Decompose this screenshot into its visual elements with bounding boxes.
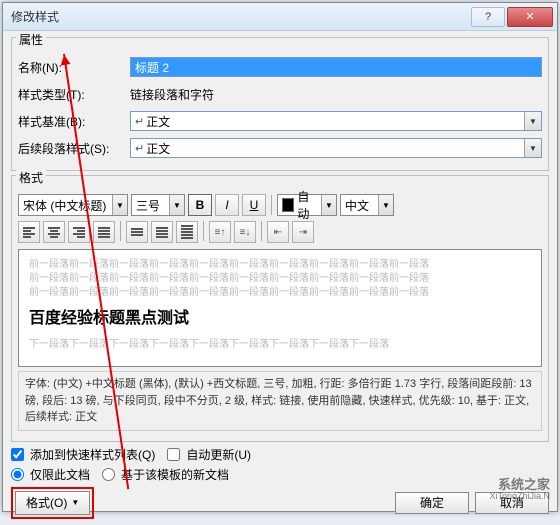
space-before-dec-button[interactable]: ≡↓ — [234, 221, 256, 243]
font-select[interactable]: 宋体 (中文标题) ▼ — [18, 194, 128, 216]
template-label: 基于该模板的新文档 — [121, 466, 229, 483]
next-value: 正文 — [146, 140, 170, 157]
titlebar: 修改样式 ? ✕ — [3, 3, 557, 31]
chevron-down-icon: ▼ — [378, 195, 393, 215]
italic-button[interactable]: I — [215, 194, 239, 216]
bold-button[interactable]: B — [188, 194, 212, 216]
paragraph-mark-icon — [135, 141, 146, 155]
type-value: 链接段落和字符 — [130, 86, 214, 103]
line-spacing-15-button[interactable] — [151, 221, 173, 243]
next-dropdown[interactable]: 正文 ▼ — [130, 138, 542, 158]
add-quick-checkbox[interactable] — [11, 448, 24, 461]
base-dropdown[interactable]: 正文 ▼ — [130, 111, 542, 131]
chevron-down-icon: ▼ — [169, 195, 184, 215]
preview-filler-after: 下一段落下一段落下一段落下一段落下一段落下一段落下一段落下一段落下一段落 — [29, 338, 531, 352]
line-spacing-1-button[interactable] — [126, 221, 148, 243]
paragraph-mark-icon — [135, 114, 146, 128]
ok-button[interactable]: 确定 — [395, 492, 469, 514]
style-description: 字体: (中文) +中文标题 (黑体), (默认) +西文标题, 三号, 加粗,… — [18, 371, 542, 431]
underline-button[interactable]: U — [242, 194, 266, 216]
auto-update-label: 自动更新(U) — [186, 446, 251, 463]
toolbar-divider — [261, 221, 262, 241]
toolbar-divider — [120, 221, 121, 241]
watermark: 系统之家 XiTongZhiJia.N — [489, 478, 550, 502]
dialog-window: 修改样式 ? ✕ 属性 名称(N): 标题 2 样式类型(T): 链接段落和字符… — [2, 2, 558, 512]
preview-main-text: 百度经验标题黑点测试 — [29, 308, 531, 330]
toolbar-divider — [203, 221, 204, 241]
close-button[interactable]: ✕ — [507, 7, 553, 27]
chevron-down-icon: ▼ — [112, 195, 127, 215]
group-title-format: 格式 — [16, 169, 46, 186]
name-input[interactable]: 标题 2 — [130, 57, 542, 77]
format-button[interactable]: 格式(O) ▼ — [15, 491, 90, 515]
indent-inc-button[interactable]: ⇥ — [292, 221, 314, 243]
preview-box: 前一段落前一段落前一段落前一段落前一段落前一段落前一段落前一段落前一段落前一段落… — [18, 249, 542, 367]
chevron-down-icon: ▼ — [321, 195, 336, 215]
properties-group: 属性 名称(N): 标题 2 样式类型(T): 链接段落和字符 样式基准(B):… — [11, 37, 549, 171]
window-title: 修改样式 — [11, 8, 469, 25]
type-label: 样式类型(T): — [18, 86, 130, 103]
group-title-properties: 属性 — [16, 31, 46, 48]
preview-filler-before: 前一段落前一段落前一段落前一段落前一段落前一段落前一段落前一段落前一段落前一段落 — [29, 272, 531, 286]
auto-update-checkbox[interactable] — [167, 448, 180, 461]
chevron-down-icon: ▼ — [71, 498, 79, 507]
indent-dec-button[interactable]: ⇤ — [267, 221, 289, 243]
chevron-down-icon: ▼ — [524, 139, 541, 157]
align-left-button[interactable] — [18, 221, 40, 243]
format-group: 格式 宋体 (中文标题) ▼ 三号 ▼ B I U 自动 ▼ — [11, 175, 549, 442]
chevron-down-icon: ▼ — [524, 112, 541, 130]
color-swatch-icon — [282, 198, 294, 212]
next-label: 后续段落样式(S): — [18, 140, 130, 157]
space-before-inc-button[interactable]: ≡↑ — [209, 221, 231, 243]
base-label: 样式基准(B): — [18, 113, 130, 130]
preview-filler-before: 前一段落前一段落前一段落前一段落前一段落前一段落前一段落前一段落前一段落前一段落 — [29, 286, 531, 300]
align-right-button[interactable] — [68, 221, 90, 243]
color-select[interactable]: 自动 ▼ — [277, 194, 337, 216]
base-value: 正文 — [146, 113, 170, 130]
this-doc-label: 仅限此文档 — [30, 466, 90, 483]
help-button[interactable]: ? — [471, 7, 505, 27]
template-radio[interactable] — [102, 468, 115, 481]
name-label: 名称(N): — [18, 59, 130, 76]
align-justify-button[interactable] — [93, 221, 115, 243]
preview-filler-before: 前一段落前一段落前一段落前一段落前一段落前一段落前一段落前一段落前一段落前一段落 — [29, 258, 531, 272]
align-center-button[interactable] — [43, 221, 65, 243]
this-doc-radio[interactable] — [11, 468, 24, 481]
add-quick-label: 添加到快速样式列表(Q) — [30, 446, 155, 463]
toolbar-divider — [271, 195, 272, 215]
size-select[interactable]: 三号 ▼ — [131, 194, 185, 216]
lang-select[interactable]: 中文 ▼ — [340, 194, 394, 216]
line-spacing-2-button[interactable] — [176, 221, 198, 243]
